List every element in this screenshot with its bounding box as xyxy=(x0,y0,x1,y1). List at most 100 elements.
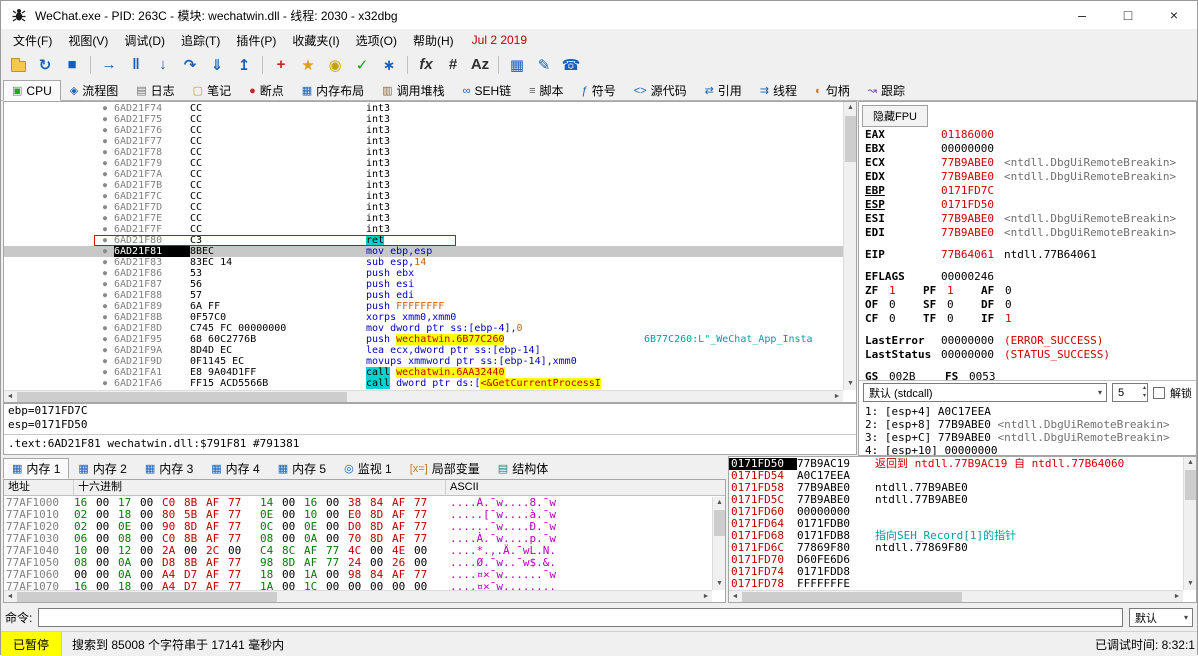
scroll-down-arrow[interactable]: ▼ xyxy=(1184,578,1197,590)
register-row[interactable]: OF0SF0DF0 xyxy=(865,298,1190,312)
tab-dump4[interactable]: ▦内存 4 xyxy=(202,458,268,479)
tab-symbols[interactable]: ƒ符号 xyxy=(573,80,625,101)
register-row[interactable]: ECX77B9ABE0<ntdll.DbgUiRemoteBreakin> xyxy=(865,156,1190,170)
tab-dump5[interactable]: ▦内存 5 xyxy=(269,458,335,479)
disasm-row[interactable]: ●6AD21F818BECmov ebp,esp xyxy=(4,246,843,257)
breakpoint-dot[interactable]: ● xyxy=(96,169,114,180)
check-icon[interactable]: ✓ xyxy=(351,55,373,75)
tab-call-stack[interactable]: ▥调用堆栈 xyxy=(373,80,453,101)
unlock-checkbox[interactable] xyxy=(1153,387,1165,399)
hide-fpu-button[interactable]: 隐藏FPU xyxy=(862,105,928,127)
disasm-row[interactable]: ●6AD21F8383EC 14sub esp,14 xyxy=(4,257,843,268)
scroll-thumb[interactable] xyxy=(17,392,347,402)
string-search-icon[interactable]: Az xyxy=(469,55,491,75)
tab-cpu[interactable]: ▣CPU xyxy=(3,80,61,101)
assemble-icon[interactable]: fx xyxy=(415,55,437,75)
breakpoint-dot[interactable]: ● xyxy=(96,301,114,312)
disasm-row[interactable]: ●6AD21F7CCCint3 xyxy=(4,191,843,202)
scroll-thumb[interactable] xyxy=(714,510,725,536)
command-profile-dropdown[interactable]: 默认 ▾ xyxy=(1129,608,1193,627)
stack-horizontal-scrollbar[interactable]: ◄ ► xyxy=(729,590,1183,602)
disasm-row[interactable]: ●6AD21F7ECCint3 xyxy=(4,213,843,224)
tab-script[interactable]: ≡脚本 xyxy=(520,80,572,101)
register-row[interactable]: LastError00000000(ERROR_SUCCESS) xyxy=(865,334,1190,348)
disasm-row[interactable]: ●6AD21F8756push esi xyxy=(4,279,843,290)
scroll-right-arrow[interactable]: ► xyxy=(700,591,712,603)
scroll-left-arrow[interactable]: ◄ xyxy=(4,391,16,403)
disasm-row[interactable]: ●6AD21F7DCCint3 xyxy=(4,202,843,213)
tab-graph[interactable]: ◈流程图 xyxy=(61,80,127,101)
breakpoint-dot[interactable]: ● xyxy=(96,290,114,301)
scroll-right-arrow[interactable]: ► xyxy=(831,391,843,403)
report-bug-icon[interactable]: ☎ xyxy=(560,55,582,75)
disasm-vertical-scrollbar[interactable]: ▲ ▼ xyxy=(843,102,856,390)
scroll-up-arrow[interactable]: ▲ xyxy=(713,497,726,509)
breakpoint-dot[interactable]: ● xyxy=(96,268,114,279)
disasm-horizontal-scrollbar[interactable]: ◄ ► xyxy=(4,390,843,402)
scroll-thumb[interactable] xyxy=(17,592,277,602)
maximize-button[interactable]: □ xyxy=(1105,1,1151,29)
breakpoint-dot[interactable]: ● xyxy=(96,257,114,268)
dump-horizontal-scrollbar[interactable]: ◄ ► xyxy=(4,590,712,602)
scroll-left-arrow[interactable]: ◄ xyxy=(4,591,16,603)
tab-log[interactable]: ▤日志 xyxy=(127,80,183,101)
menu-file[interactable]: 文件(F) xyxy=(5,30,60,51)
menu-plugins[interactable]: 插件(P) xyxy=(228,30,284,51)
tab-threads[interactable]: ⇉线程 xyxy=(751,80,806,101)
breakpoint-dot[interactable]: ● xyxy=(96,213,114,224)
menu-help[interactable]: 帮助(H) xyxy=(405,30,462,51)
scroll-left-arrow[interactable]: ◄ xyxy=(729,591,741,603)
pause-icon[interactable]: ‖ xyxy=(125,55,147,75)
disasm-row[interactable]: ●6AD21F7BCCint3 xyxy=(4,180,843,191)
menu-options[interactable]: 选项(O) xyxy=(348,30,405,51)
open-file-icon[interactable] xyxy=(7,55,29,75)
disasm-row[interactable]: ●6AD21FA1E8 9A04D1FFcall wechatwin.6AA32… xyxy=(4,367,843,378)
memory-map-icon[interactable]: ▦ xyxy=(506,55,528,75)
breakpoint-dot[interactable]: ● xyxy=(96,180,114,191)
register-row[interactable]: EDX77B9ABE0<ntdll.DbgUiRemoteBreakin> xyxy=(865,170,1190,184)
tab-breakpoints[interactable]: ●断点 xyxy=(240,80,293,101)
scroll-up-arrow[interactable]: ▲ xyxy=(844,102,857,114)
breakpoint-dot[interactable]: ● xyxy=(96,158,114,169)
close-button[interactable]: × xyxy=(1151,1,1197,29)
argument-row[interactable]: 3: [esp+C] 77B9ABE0 <ntdll.DbgUiRemoteBr… xyxy=(865,431,1194,444)
register-row[interactable]: ZF1PF1AF0 xyxy=(865,284,1190,298)
breakpoint-dot[interactable]: ● xyxy=(96,136,114,147)
trace-into-icon[interactable]: ⇓ xyxy=(206,55,228,75)
breakpoint-dot[interactable]: ● xyxy=(96,246,114,257)
disasm-row[interactable]: ●6AD21F9568 60C2776Bpush wechatwin.6B77C… xyxy=(4,334,843,345)
tab-memory-map[interactable]: ▦内存布局 xyxy=(293,80,373,101)
disasm-row[interactable]: ●6AD21F75CCint3 xyxy=(4,114,843,125)
tab-references[interactable]: ⇄引用 xyxy=(696,80,751,101)
stop-icon[interactable]: ■ xyxy=(61,55,83,75)
disasm-row[interactable]: ●6AD21FA6FF15 ACD5566Bcall dword ptr ds:… xyxy=(4,378,843,389)
tab-dump2[interactable]: ▦内存 2 xyxy=(69,458,135,479)
register-row[interactable]: ESI77B9ABE0<ntdll.DbgUiRemoteBreakin> xyxy=(865,212,1190,226)
disasm-row[interactable]: ●6AD21F8DC745 FC 00000000mov dword ptr s… xyxy=(4,323,843,334)
step-into-icon[interactable]: ↓ xyxy=(152,55,174,75)
label-icon[interactable]: # xyxy=(442,55,464,75)
disasm-row[interactable]: ●6AD21F8857push edi xyxy=(4,290,843,301)
disasm-row[interactable]: ●6AD21F76CCint3 xyxy=(4,125,843,136)
tab-struct[interactable]: ▤结构体 xyxy=(489,458,557,479)
restart-icon[interactable]: ↻ xyxy=(34,55,56,75)
register-row[interactable]: ESP0171FD50 xyxy=(865,198,1190,212)
preferences-icon[interactable]: ∗ xyxy=(378,55,400,75)
scroll-up-arrow[interactable]: ▲ xyxy=(1184,457,1197,469)
breakpoint-dot[interactable]: ● xyxy=(96,114,114,125)
argument-row[interactable]: 1: [esp+4] A0C17EEA xyxy=(865,405,1194,418)
disasm-row[interactable]: ●6AD21F8653push ebx xyxy=(4,268,843,279)
annotate-icon[interactable]: ✎ xyxy=(533,55,555,75)
favourites-icon[interactable]: ★ xyxy=(297,55,319,75)
disasm-row[interactable]: ●6AD21F79CCint3 xyxy=(4,158,843,169)
register-row[interactable]: EDI77B9ABE0<ntdll.DbgUiRemoteBreakin> xyxy=(865,226,1190,240)
scroll-thumb[interactable] xyxy=(742,592,962,602)
dump-row[interactable]: 77AF107016001800A4D7AF771A001C0000000000… xyxy=(4,581,712,590)
disasm-row[interactable]: ●6AD21F7ACCint3 xyxy=(4,169,843,180)
breakpoint-dot[interactable]: ● xyxy=(96,378,114,389)
argument-row[interactable]: 2: [esp+8] 77B9ABE0 <ntdll.DbgUiRemoteBr… xyxy=(865,418,1194,431)
disasm-row[interactable]: ●6AD21F80C3ret xyxy=(4,235,843,246)
minimize-button[interactable]: – xyxy=(1059,1,1105,29)
stack-vertical-scrollbar[interactable]: ▲ ▼ xyxy=(1183,457,1196,590)
spinner-arrows-icon[interactable]: ▴▾ xyxy=(1143,384,1146,400)
